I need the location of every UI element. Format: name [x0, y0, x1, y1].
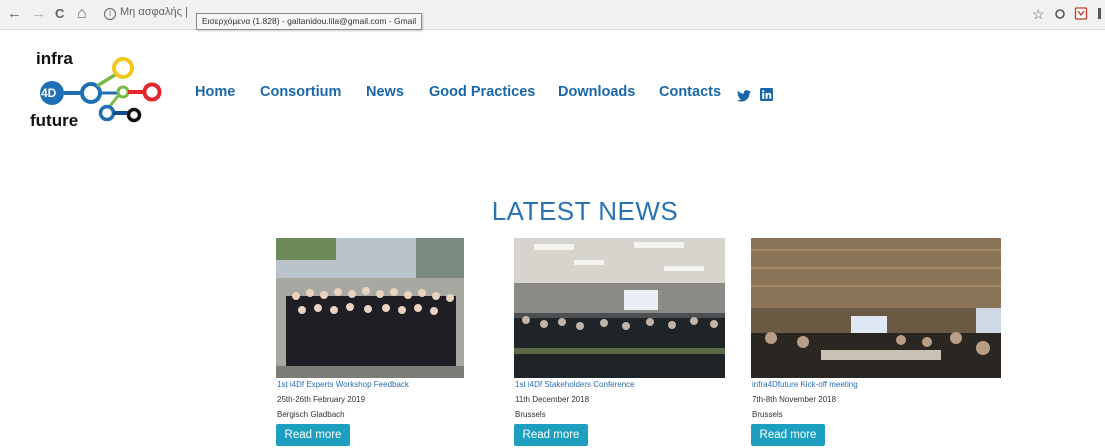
security-label: Μη ασφαλής [120, 6, 182, 18]
back-icon[interactable]: ← [7, 5, 22, 23]
logo-word-future: future [30, 111, 79, 130]
info-icon[interactable]: i [104, 8, 116, 20]
logo-badge-4d: 4D [41, 86, 57, 100]
read-more-button[interactable]: Read more [514, 424, 588, 446]
read-more-button[interactable]: Read more [276, 424, 350, 446]
news-date: 11th December 2018 [515, 395, 590, 404]
news-card: infra4Dfuture Kick-off meeting 7th-8th N… [751, 238, 1001, 448]
reload-icon[interactable]: C [55, 5, 64, 23]
news-location: Bergisch Gladbach [277, 410, 345, 419]
extension-circle-icon[interactable] [1054, 6, 1066, 24]
news-location: Brussels [752, 410, 783, 419]
home-icon[interactable]: ⌂ [77, 5, 87, 23]
nav-good-practices[interactable]: Good Practices [429, 84, 535, 100]
nav-contacts[interactable]: Contacts [659, 84, 721, 100]
address-bar[interactable]: i Μη ασφαλής | [104, 6, 188, 20]
site-logo[interactable]: infra 4D future [30, 46, 170, 134]
news-card: 1st i4Df Stakeholders Conference 11th De… [514, 238, 725, 448]
latest-news-heading: LATEST NEWS [491, 196, 679, 226]
nav-home[interactable]: Home [195, 84, 235, 100]
menu-icon[interactable] [1097, 6, 1103, 24]
news-date: 7th-8th November 2018 [752, 395, 837, 404]
linkedin-icon[interactable] [760, 88, 773, 106]
read-more-button[interactable]: Read more [751, 424, 825, 446]
news-card: 1st i4Df Experts Workshop Feedback 25th-… [276, 238, 464, 448]
extension-shield-icon[interactable] [1074, 6, 1088, 24]
news-title-link[interactable]: 1st i4Df Stakeholders Conference [515, 380, 635, 389]
twitter-icon[interactable] [737, 89, 751, 107]
news-title-link[interactable]: 1st i4Df Experts Workshop Feedback [277, 380, 409, 389]
browser-toolbar: ← → C ⌂ i Μη ασφαλής | Εισερχόμενα (1.828… [0, 0, 1105, 30]
news-photo-conference[interactable] [514, 238, 725, 378]
news-photo-workshop[interactable] [276, 238, 464, 378]
nav-news[interactable]: News [366, 84, 404, 100]
news-location: Brussels [515, 410, 546, 419]
tab-tooltip: Εισερχόμενα (1.828) - gaitanidou.lila@gm… [196, 13, 423, 30]
forward-icon[interactable]: → [31, 5, 46, 23]
news-photo-kickoff[interactable] [751, 238, 1001, 378]
logo-word-infra: infra [36, 49, 73, 68]
news-title-link[interactable]: infra4Dfuture Kick-off meeting [752, 380, 858, 389]
nav-downloads[interactable]: Downloads [558, 84, 635, 100]
star-icon[interactable]: ☆ [1032, 6, 1045, 22]
nav-consortium[interactable]: Consortium [260, 84, 341, 100]
news-date: 25th-26th February 2019 [277, 395, 366, 404]
